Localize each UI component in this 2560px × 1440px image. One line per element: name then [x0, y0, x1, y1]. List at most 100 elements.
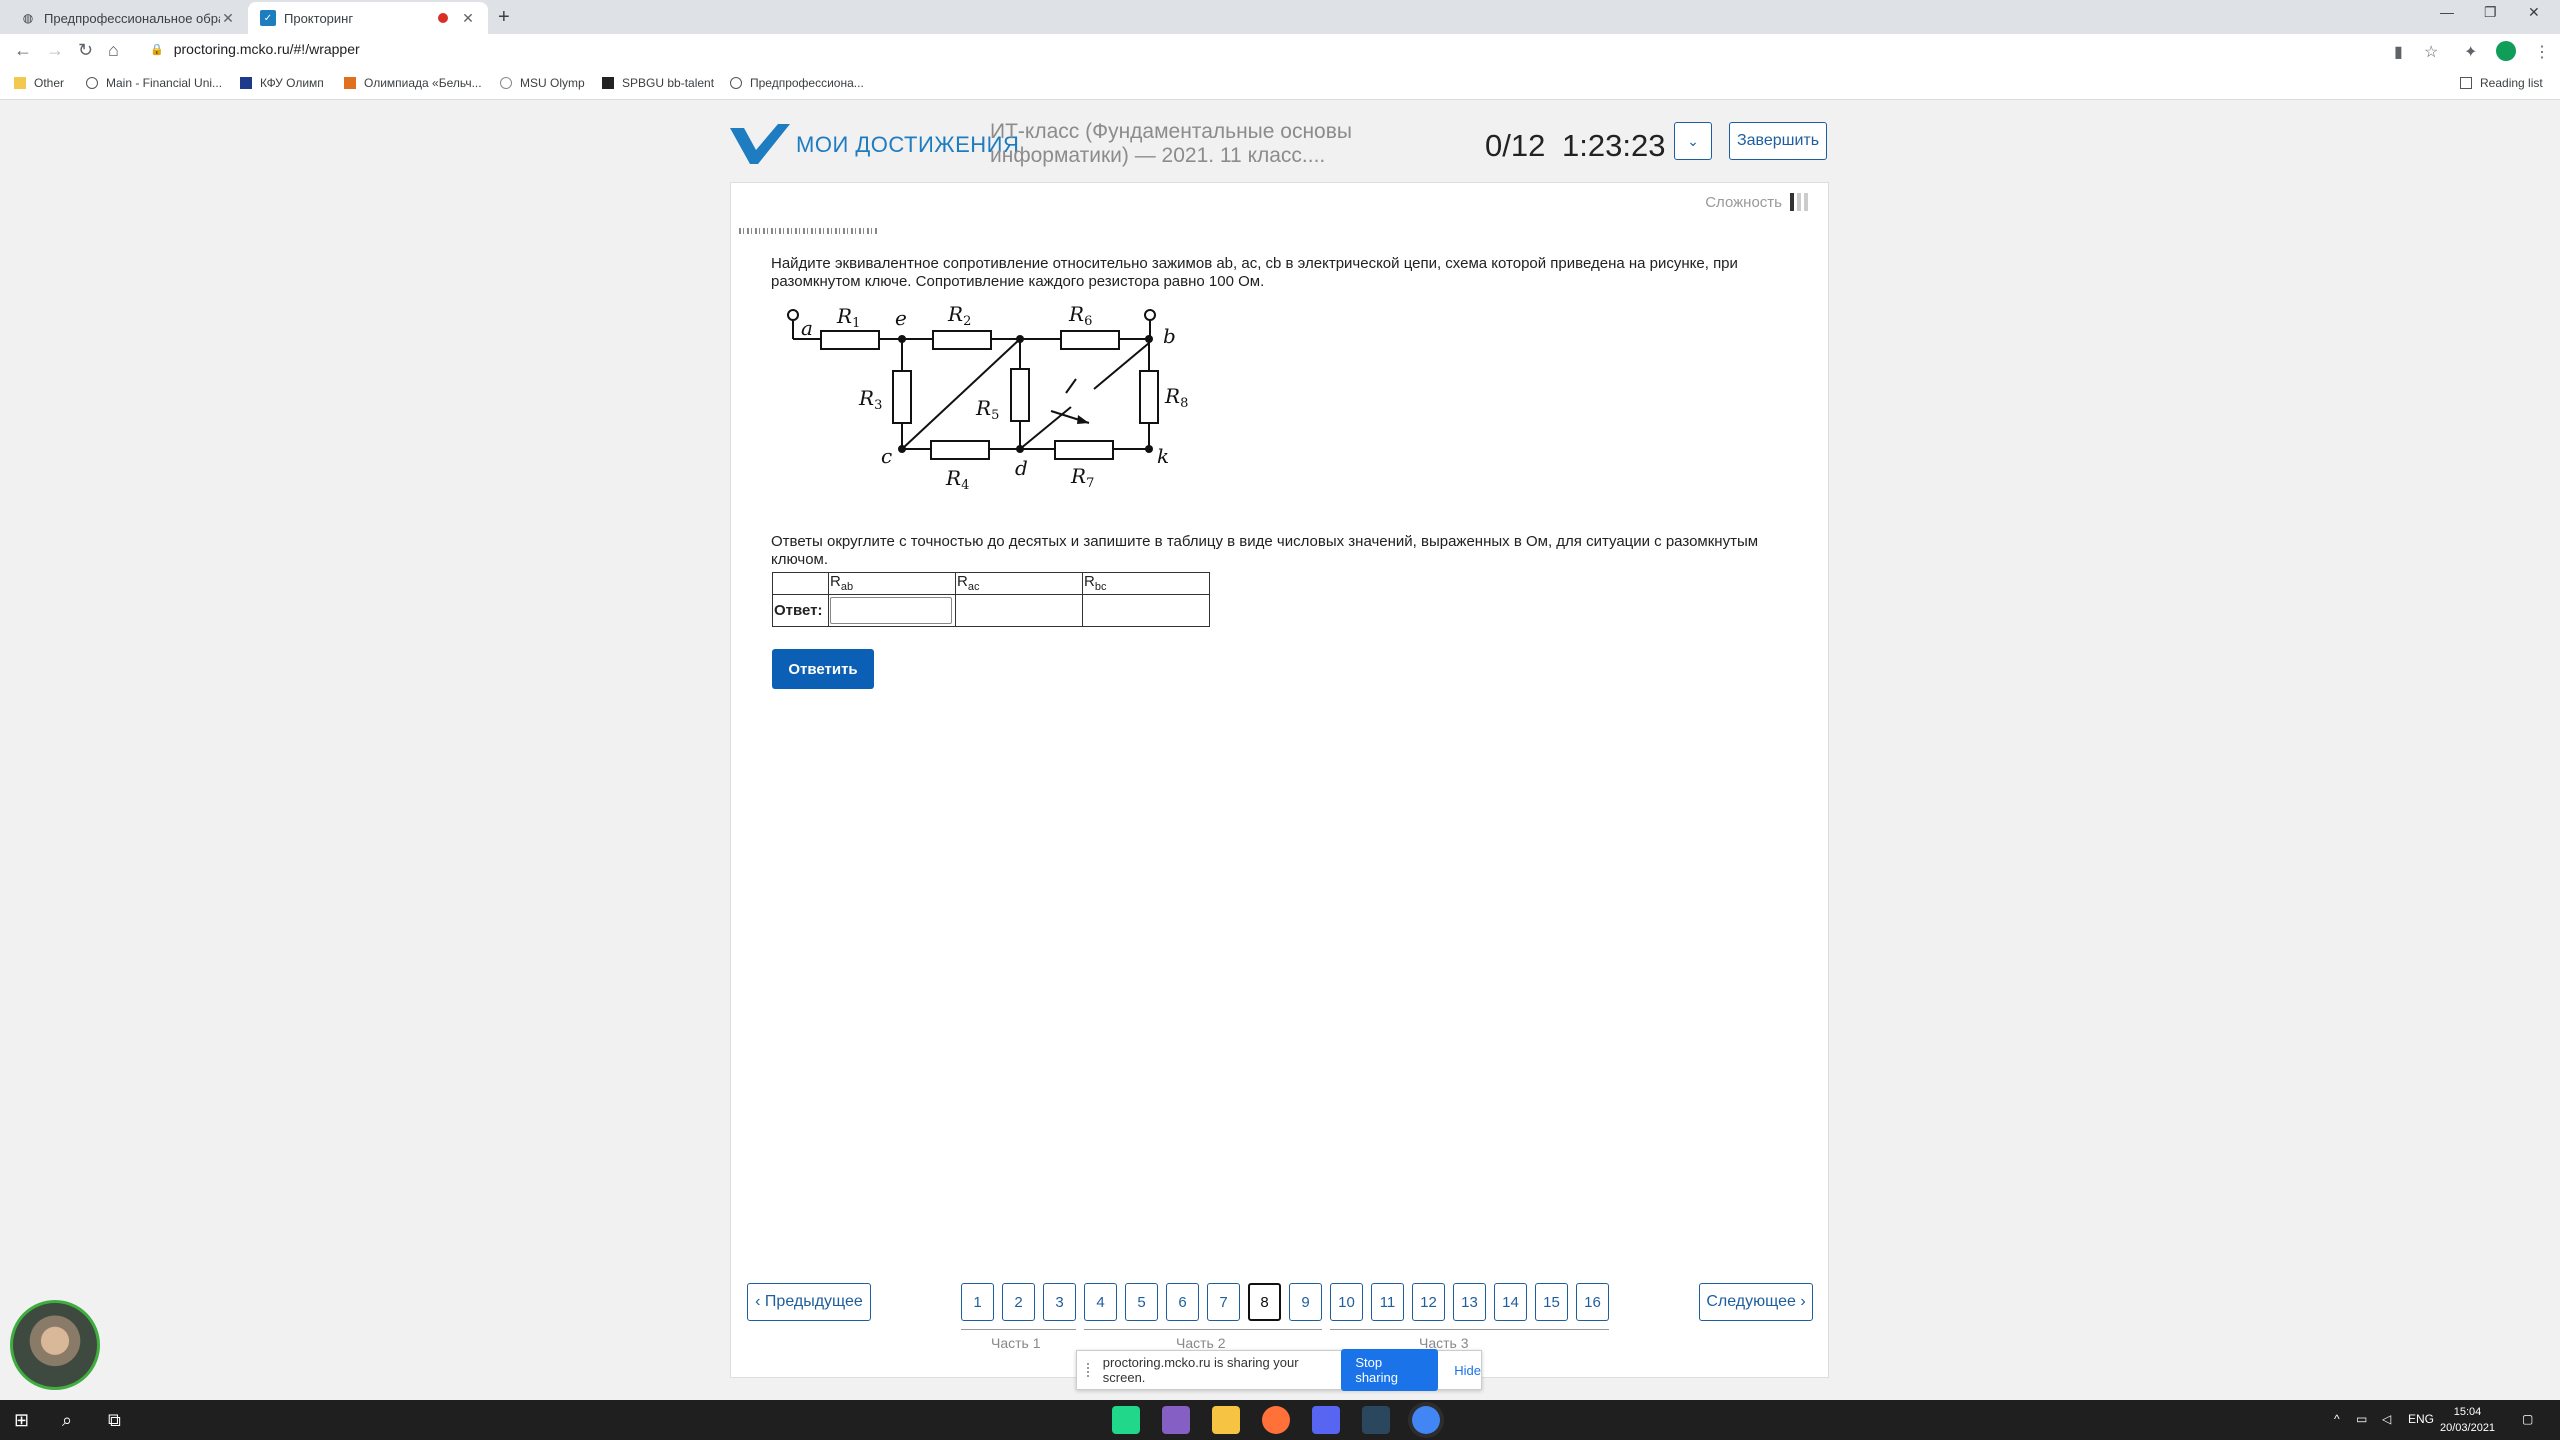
previous-button[interactable]: ‹ Предыдущее: [747, 1283, 871, 1321]
task-card: Сложность Найдите эквивалентное сопротив…: [730, 182, 1829, 1378]
network-icon[interactable]: ▭: [2356, 1412, 2367, 1426]
page-button-10[interactable]: 10: [1330, 1283, 1363, 1321]
bookmark-olymp[interactable]: Олимпиада «Бельч...: [344, 76, 482, 90]
bookmark-label: Предпрофессиона...: [750, 76, 864, 90]
bookmark-kfu[interactable]: КФУ Олимп: [240, 76, 324, 90]
windows-taskbar: ⊞ ⌕ ⧉ ^ ▭ ◁ ENG 15:04 20/03/2021 ▢: [0, 1400, 2560, 1440]
home-icon[interactable]: ⌂: [108, 40, 119, 61]
page-button-7[interactable]: 7: [1207, 1283, 1240, 1321]
close-tab-icon[interactable]: ✕: [220, 10, 236, 27]
task-view-icon[interactable]: ⧉: [108, 1410, 121, 1431]
browser-tab-2[interactable]: ✓ Прокторинг ✕: [248, 2, 488, 34]
page-button-11[interactable]: 11: [1371, 1283, 1404, 1321]
resistor-label-r2: R2: [947, 303, 971, 329]
window-close-icon[interactable]: ✕: [2528, 4, 2540, 21]
page-button-4[interactable]: 4: [1084, 1283, 1117, 1321]
forward-icon[interactable]: →: [46, 40, 64, 61]
extensions-icon[interactable]: ✦: [2464, 42, 2477, 62]
new-tab-icon[interactable]: +: [498, 6, 510, 29]
page-button-13[interactable]: 13: [1453, 1283, 1486, 1321]
firefox-icon[interactable]: [1262, 1406, 1290, 1434]
page-button-12[interactable]: 12: [1412, 1283, 1445, 1321]
university-icon: [240, 77, 252, 89]
finish-button[interactable]: Завершить: [1729, 122, 1827, 160]
bookmark-label: Other: [34, 76, 65, 90]
visual-studio-icon[interactable]: [1162, 1406, 1190, 1434]
tab-title: Прокторинг: [284, 10, 354, 26]
hide-button[interactable]: Hide: [1454, 1363, 1481, 1378]
answer-row-label: Ответ:: [772, 594, 829, 627]
answer-cell-rbc[interactable]: [1082, 594, 1210, 627]
tab-title: Предпрофессиональное образ: [44, 10, 220, 26]
file-explorer-icon[interactable]: [1212, 1406, 1240, 1434]
pycharm-icon[interactable]: [1112, 1406, 1140, 1434]
system-clock[interactable]: 15:04 20/03/2021: [2440, 1404, 2495, 1436]
volume-icon[interactable]: ◁: [2382, 1412, 2391, 1426]
discord-icon[interactable]: [1312, 1406, 1340, 1434]
bookmark-spbgu[interactable]: SPBGU bb-talent: [602, 76, 714, 90]
drag-handle-icon[interactable]: [1087, 1363, 1093, 1377]
url-text: proctoring.mcko.ru/#!/wrapper: [173, 41, 360, 57]
bookmark-star-icon[interactable]: ☆: [2424, 42, 2438, 62]
answered-counter: 0/12: [1485, 128, 1546, 163]
bookmark-label: SPBGU bb-talent: [622, 76, 715, 90]
notifications-icon[interactable]: ▢: [2522, 1412, 2533, 1426]
browser-tab-1[interactable]: ◍ Предпрофессиональное образ ✕: [8, 2, 248, 34]
tray-chevron-icon[interactable]: ^: [2334, 1412, 2340, 1426]
page-button-9[interactable]: 9: [1289, 1283, 1322, 1321]
sharing-message: proctoring.mcko.ru is sharing your scree…: [1102, 1355, 1299, 1385]
address-bar[interactable]: 🔒 proctoring.mcko.ru/#!/wrapper: [150, 41, 360, 57]
node-label-k: k: [1157, 444, 1169, 468]
difficulty-bar: [1797, 193, 1801, 211]
part-label-2: Часть 2: [1176, 1335, 1226, 1351]
answer-cell-rab: [828, 594, 956, 627]
globe-icon: [730, 77, 742, 89]
minimize-icon[interactable]: —: [2440, 4, 2454, 20]
language-indicator[interactable]: ENG: [2408, 1412, 2434, 1426]
reload-icon[interactable]: ↻: [78, 40, 93, 61]
page-button-14[interactable]: 14: [1494, 1283, 1527, 1321]
task-barcode: [739, 228, 879, 234]
logo-text: МОИ ДОСТИЖЕНИЯ: [796, 132, 1020, 157]
restore-icon[interactable]: ❐: [2484, 4, 2497, 21]
circuit-diagram: a e b c d k R1 R2 R6 R3 R5 R8 R4 R7: [787, 303, 1188, 493]
answer-input-rab[interactable]: [830, 597, 952, 624]
page-button-15[interactable]: 15: [1535, 1283, 1568, 1321]
browser-toolbar: ← → ↻ ⌂ 🔒 proctoring.mcko.ru/#!/wrapper …: [0, 34, 2560, 70]
bookmark-predprof[interactable]: Предпрофессиона...: [730, 76, 864, 90]
folder-icon: [14, 77, 26, 89]
submit-answer-button[interactable]: Ответить: [772, 649, 874, 689]
page-button-1[interactable]: 1: [961, 1283, 994, 1321]
dropdown-button[interactable]: ⌄: [1674, 122, 1712, 160]
part-divider: [1330, 1329, 1609, 1330]
chrome-icon[interactable]: [1412, 1406, 1440, 1434]
bookmark-financial[interactable]: Main - Financial Uni...: [86, 76, 222, 90]
back-icon[interactable]: ←: [14, 40, 32, 61]
page-button-3[interactable]: 3: [1043, 1283, 1076, 1321]
next-button[interactable]: Следующее ›: [1699, 1283, 1813, 1321]
page-button-8-current[interactable]: 8: [1248, 1283, 1281, 1321]
profile-avatar[interactable]: [2496, 41, 2516, 61]
webcam-preview: [10, 1300, 100, 1390]
camera-icon[interactable]: ▮: [2394, 42, 2403, 62]
bookmark-msu[interactable]: MSU Olymp: [500, 76, 585, 90]
bookmark-other[interactable]: Other: [14, 76, 64, 90]
page-button-5[interactable]: 5: [1125, 1283, 1158, 1321]
windows-start-icon[interactable]: ⊞: [14, 1410, 29, 1431]
menu-icon[interactable]: ⋮: [2534, 42, 2550, 62]
close-tab-icon[interactable]: ✕: [460, 10, 476, 27]
column-header-rac: Rac: [955, 572, 1083, 595]
answer-cell-rac[interactable]: [955, 594, 1083, 627]
page-button-2[interactable]: 2: [1002, 1283, 1035, 1321]
recording-icon: [438, 13, 448, 23]
search-icon[interactable]: ⌕: [62, 1410, 72, 1431]
page-button-16[interactable]: 16: [1576, 1283, 1609, 1321]
stop-sharing-button[interactable]: Stop sharing: [1341, 1349, 1439, 1391]
page-button-6[interactable]: 6: [1166, 1283, 1199, 1321]
answer-instructions: Ответы округлите с точностью до десятых …: [771, 533, 1759, 568]
difficulty-bar: [1790, 193, 1794, 211]
reading-list[interactable]: Reading list: [2460, 76, 2543, 90]
clock-time: 15:04: [2453, 1406, 2482, 1418]
steam-icon[interactable]: [1362, 1406, 1390, 1434]
resistor-label-r7: R7: [1070, 464, 1094, 491]
